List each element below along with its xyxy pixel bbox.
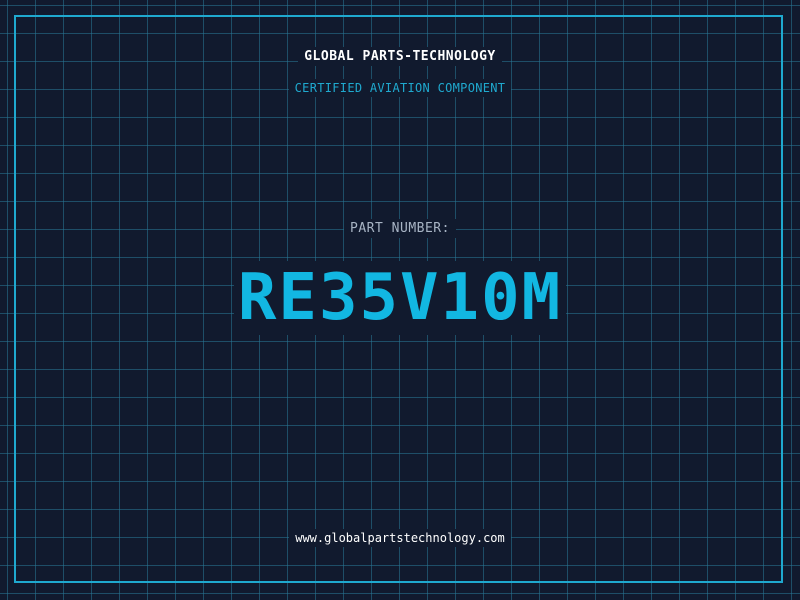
part-number-label: PART NUMBER: (0, 219, 800, 238)
website-url: www.globalpartstechnology.com (0, 529, 800, 547)
certification-subtitle: CERTIFIED AVIATION COMPONENT (0, 79, 800, 97)
part-number: RE35V10M (0, 260, 800, 336)
website-url-text: www.globalpartstechnology.com (289, 529, 511, 547)
part-card: GLOBAL PARTS-TECHNOLOGY CERTIFIED AVIATI… (0, 0, 800, 600)
company-name: GLOBAL PARTS-TECHNOLOGY (0, 47, 800, 66)
part-number-value: RE35V10M (233, 261, 567, 335)
company-name-text: GLOBAL PARTS-TECHNOLOGY (298, 47, 502, 66)
part-number-label-text: PART NUMBER: (344, 219, 456, 238)
certification-subtitle-text: CERTIFIED AVIATION COMPONENT (288, 79, 512, 97)
